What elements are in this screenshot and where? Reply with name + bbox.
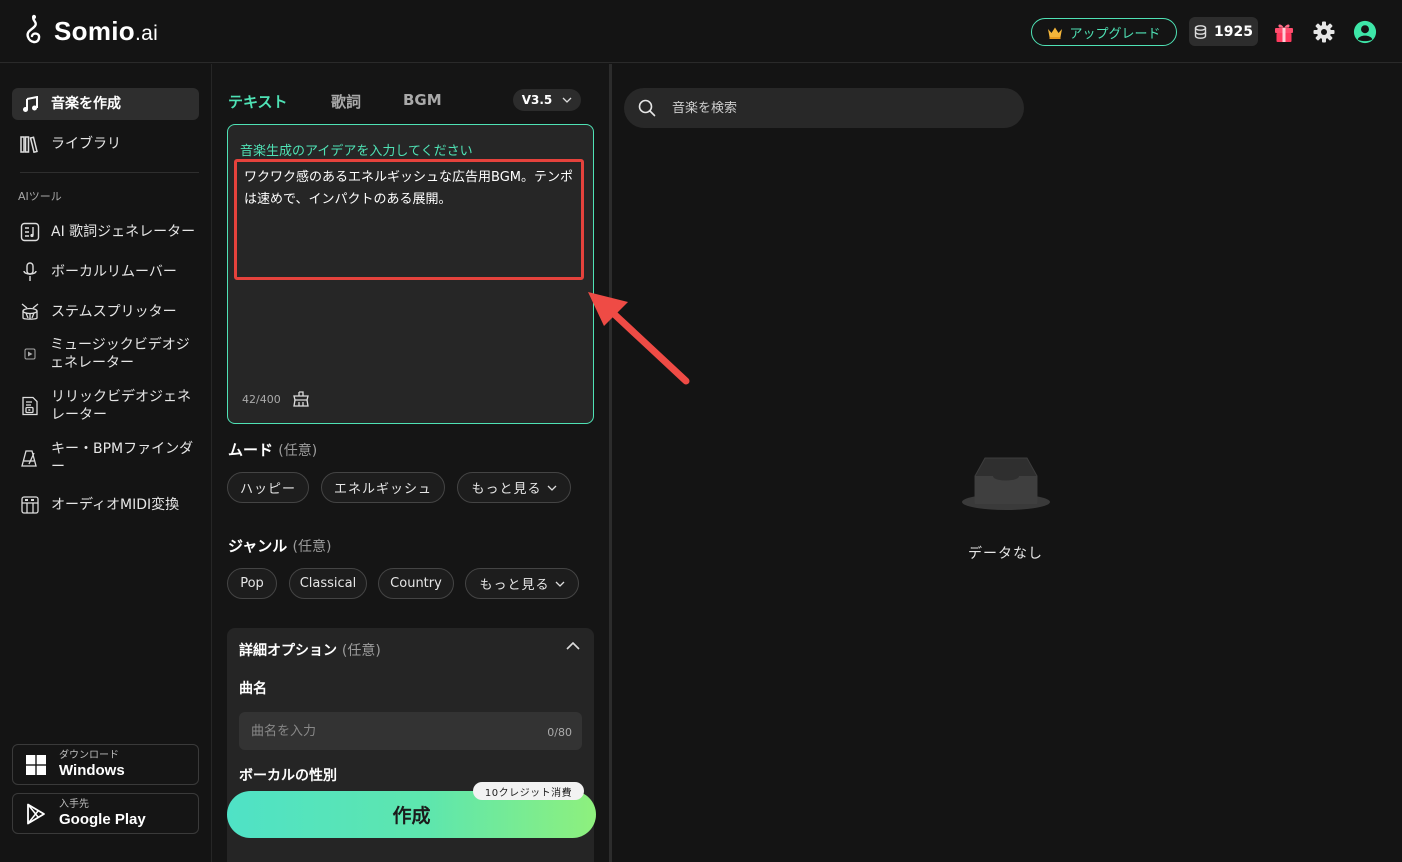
upgrade-label: アップグレード bbox=[1069, 26, 1161, 42]
music-search-input[interactable] bbox=[672, 100, 992, 116]
tab-text[interactable]: テキスト bbox=[228, 91, 288, 112]
metronome-icon bbox=[20, 448, 40, 468]
chevron-down-icon bbox=[555, 581, 564, 587]
piano-icon bbox=[20, 495, 40, 515]
prompt-label: 音楽生成のアイデアを入力してください bbox=[240, 144, 473, 159]
sidebar-item-lyrics-generator[interactable]: AI 歌詞ジェネレーター bbox=[12, 216, 199, 248]
mood-chip-happy[interactable]: ハッピー bbox=[227, 472, 309, 503]
empty-state-text: データなし bbox=[968, 546, 1043, 562]
tab-bgm[interactable]: BGM bbox=[403, 91, 442, 109]
download-platform: Windows bbox=[59, 761, 125, 779]
mood-chip-energetic[interactable]: エネルギッシュ bbox=[321, 472, 445, 503]
library-icon bbox=[20, 134, 40, 154]
download-windows-button[interactable]: ダウンロード Windows bbox=[12, 744, 199, 785]
mood-more-button[interactable]: もっと見る bbox=[457, 472, 571, 503]
mood-title: ムード (任意) bbox=[228, 441, 318, 459]
chevron-up-icon[interactable] bbox=[566, 642, 580, 650]
prompt-text-highlighted[interactable]: ワクワク感のあるエネルギッシュな広告用BGM。テンポは速めで、インパクトのある展… bbox=[234, 159, 584, 280]
microphone-icon bbox=[20, 262, 40, 282]
credits-count: 1925 bbox=[1214, 23, 1253, 40]
sidebar-item-stem-splitter[interactable]: ステムスプリッター bbox=[12, 296, 199, 328]
chevron-down-icon bbox=[562, 97, 572, 103]
sidebar-section-label: AIツール bbox=[18, 190, 62, 203]
music-search-bar[interactable] bbox=[624, 88, 1024, 128]
drum-icon bbox=[20, 302, 40, 322]
download-caption: 入手先 bbox=[59, 798, 89, 810]
sidebar-item-vocal-remover[interactable]: ボーカルリムーバー bbox=[12, 256, 199, 288]
version-label: V3.5 bbox=[521, 93, 553, 107]
tab-lyrics[interactable]: 歌詞 bbox=[331, 91, 361, 112]
results-panel: データなし bbox=[612, 64, 1402, 862]
windows-icon bbox=[26, 754, 46, 775]
song-title-label: 曲名 bbox=[239, 681, 267, 697]
settings-gear-icon[interactable] bbox=[1312, 20, 1336, 44]
version-select[interactable]: V3.5 bbox=[513, 89, 581, 111]
download-platform: Google Play bbox=[59, 810, 146, 828]
sidebar: 音楽を作成 ライブラリ AIツール AI 歌詞ジェネレーター ボーカルリムーバー… bbox=[0, 64, 212, 862]
user-avatar-icon[interactable] bbox=[1353, 20, 1377, 44]
sidebar-item-key-bpm-finder[interactable]: キー・BPMファインダー bbox=[12, 438, 199, 478]
genre-title: ジャンル (任意) bbox=[228, 537, 332, 555]
search-icon bbox=[638, 99, 656, 117]
upgrade-button[interactable]: アップグレード bbox=[1031, 18, 1177, 46]
sidebar-item-label: ボーカルリムーバー bbox=[51, 264, 177, 280]
genre-chip-classical[interactable]: Classical bbox=[289, 568, 367, 599]
credit-cost-badge: 10クレジット消費 bbox=[473, 782, 584, 800]
gift-icon[interactable] bbox=[1272, 20, 1296, 44]
genre-more-button[interactable]: もっと見る bbox=[465, 568, 579, 599]
create-panel: テキスト 歌詞 BGM V3.5 音楽生成のアイデアを入力してください ワクワク… bbox=[213, 64, 609, 862]
brand-logo[interactable]: Somio.ai bbox=[22, 14, 158, 48]
vocal-gender-label: ボーカルの性別 bbox=[239, 768, 337, 784]
sidebar-item-label: ミュージックビデオジ ェネレーター bbox=[50, 337, 190, 371]
sidebar-item-label: ステムスプリッター bbox=[51, 304, 177, 320]
google-play-icon bbox=[27, 803, 45, 824]
song-title-counter: 0/80 bbox=[547, 726, 572, 739]
sidebar-divider bbox=[20, 172, 199, 173]
top-header: Somio.ai アップグレード 1925 bbox=[0, 0, 1402, 63]
sidebar-item-lyric-video-generator[interactable]: リリックビデオジェネ レーター bbox=[12, 386, 199, 426]
sidebar-item-label: ライブラリ bbox=[51, 136, 121, 152]
sidebar-item-create-music[interactable]: 音楽を作成 bbox=[12, 88, 199, 120]
brand-name: Somio.ai bbox=[54, 15, 159, 46]
sidebar-item-audio-midi[interactable]: オーディオMIDI変換 bbox=[12, 489, 199, 521]
lyric-video-icon bbox=[20, 396, 40, 416]
prompt-char-counter: 42/400 bbox=[242, 393, 281, 406]
coin-stack-icon bbox=[1194, 24, 1207, 39]
sidebar-item-library[interactable]: ライブラリ bbox=[12, 128, 199, 160]
download-google-play-button[interactable]: 入手先 Google Play bbox=[12, 793, 199, 834]
video-icon bbox=[20, 344, 40, 364]
music-note-icon bbox=[20, 94, 40, 114]
download-caption: ダウンロード bbox=[59, 749, 119, 761]
sidebar-item-music-video-generator[interactable]: ミュージックビデオジ ェネレーター bbox=[12, 334, 199, 374]
advanced-options-title[interactable]: 詳細オプション (任意) bbox=[239, 640, 381, 660]
logo-mark-icon bbox=[26, 14, 41, 44]
genre-chip-pop[interactable]: Pop bbox=[227, 568, 277, 599]
broom-clear-icon[interactable] bbox=[292, 391, 310, 407]
sidebar-item-label: AI 歌詞ジェネレーター bbox=[51, 224, 196, 240]
sidebar-item-label: オーディオMIDI変換 bbox=[51, 497, 180, 513]
empty-inbox-icon bbox=[962, 457, 1050, 510]
sidebar-item-label: キー・BPMファインダー bbox=[51, 441, 194, 475]
crown-icon bbox=[1048, 27, 1063, 39]
genre-chip-country[interactable]: Country bbox=[378, 568, 454, 599]
lyrics-doc-icon bbox=[20, 222, 40, 242]
sidebar-item-label: 音楽を作成 bbox=[51, 96, 121, 112]
chevron-down-icon bbox=[547, 485, 556, 491]
sidebar-item-label: リリックビデオジェネ レーター bbox=[51, 389, 191, 423]
credits-display[interactable]: 1925 bbox=[1189, 17, 1258, 46]
prompt-textarea[interactable]: 音楽生成のアイデアを入力してください ワクワク感のあるエネルギッシュな広告用BG… bbox=[227, 124, 594, 424]
song-title-input[interactable] bbox=[239, 712, 582, 750]
